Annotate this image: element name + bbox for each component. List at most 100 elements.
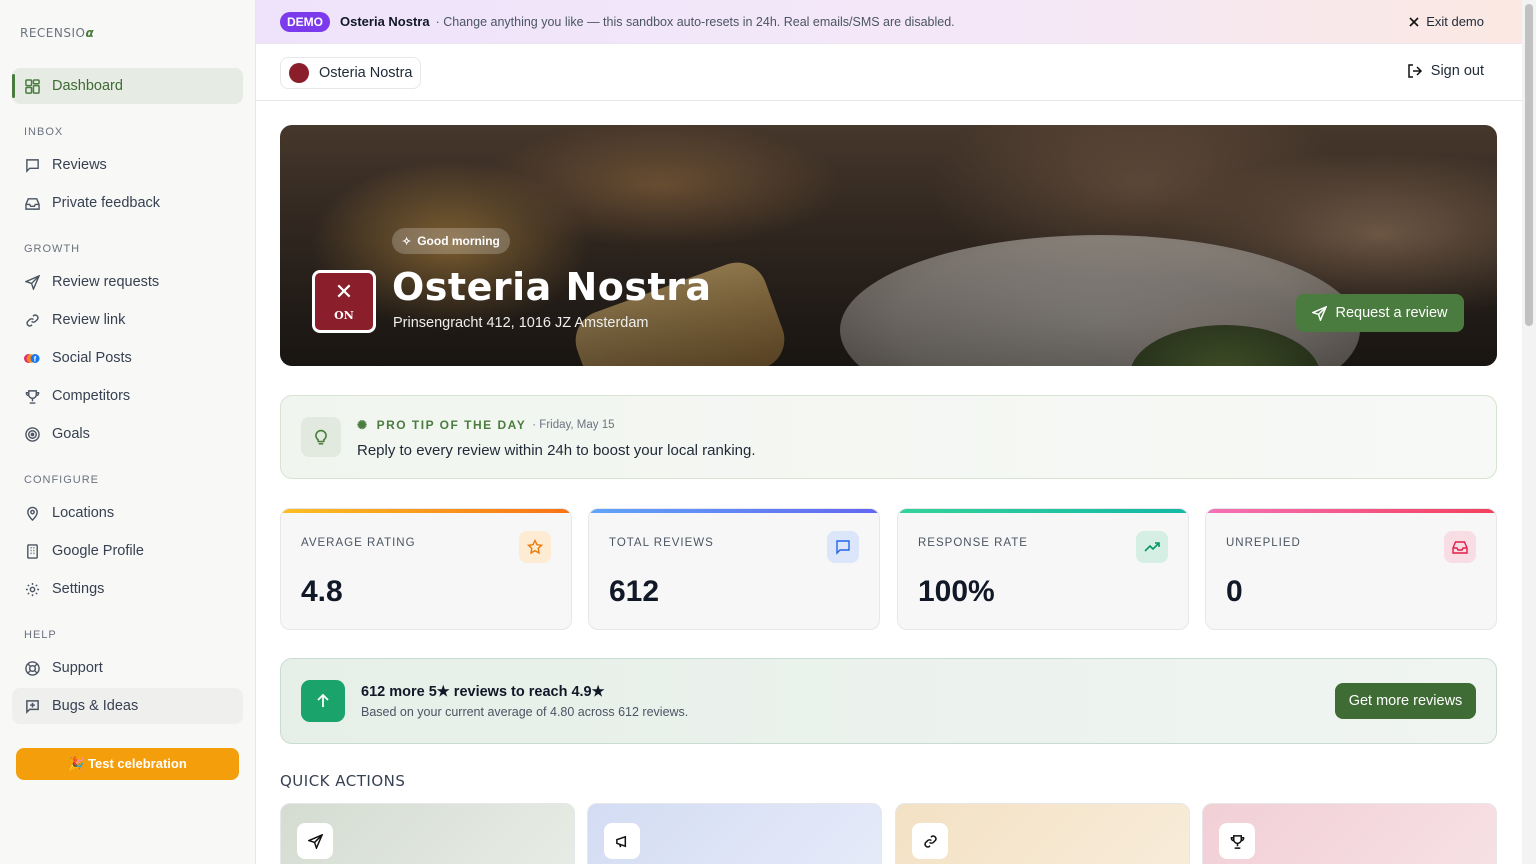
- sign-out-button[interactable]: Sign out: [1407, 63, 1484, 79]
- stat-label: TOTAL REVIEWS: [609, 537, 714, 549]
- trophy-icon: [1219, 823, 1255, 859]
- sidebar-item-label: Dashboard: [52, 78, 123, 94]
- send-icon: [1312, 305, 1328, 321]
- stat-accent-bar: [589, 509, 879, 513]
- fork-knife-icon: ✕: [334, 279, 354, 304]
- sidebar-item-label: Social Posts: [52, 350, 132, 366]
- sparkle-icon: ✧: [402, 235, 412, 248]
- get-more-reviews-button[interactable]: Get more reviews: [1335, 683, 1476, 719]
- sign-out-label: Sign out: [1430, 63, 1484, 79]
- inbox-icon: [1444, 531, 1476, 563]
- greeting-text: Good morning: [417, 234, 500, 248]
- banner-message: · Change anything you like — this sandbo…: [435, 14, 955, 29]
- tip-heading: ✺ PRO TIP OF THE DAY · Friday, May 15: [357, 418, 615, 432]
- inbox-icon: [24, 195, 40, 211]
- exit-demo-label: Exit demo: [1426, 14, 1484, 29]
- sidebar-item-label: Google Profile: [52, 543, 144, 559]
- sidebar-item-label: Bugs & Ideas: [52, 698, 139, 714]
- stat-card-unreplied[interactable]: UNREPLIED 0: [1205, 508, 1497, 630]
- tip-title: PRO TIP OF THE DAY: [376, 418, 527, 432]
- stat-card-average-rating[interactable]: AVERAGE RATING 4.8: [280, 508, 572, 630]
- location-selector[interactable]: Osteria Nostra: [280, 57, 422, 89]
- sidebar-item-google-profile[interactable]: Google Profile: [12, 534, 243, 568]
- gear-icon: [24, 581, 40, 597]
- stat-label: RESPONSE RATE: [918, 537, 1028, 549]
- business-name: Osteria Nostra: [392, 265, 712, 309]
- log-out-icon: [1408, 64, 1422, 78]
- topbar: Osteria Nostra Sign out: [256, 45, 1522, 101]
- sidebar-section-inbox: INBOX: [24, 126, 64, 138]
- page-scrollbar[interactable]: [1522, 0, 1536, 864]
- stat-label: UNREPLIED: [1226, 537, 1301, 549]
- brand-logo[interactable]: RECENSIOα: [20, 26, 94, 40]
- sidebar-item-label: Goals: [52, 426, 90, 442]
- sidebar-item-settings[interactable]: Settings: [12, 572, 243, 606]
- sidebar: RECENSIOα Dashboard INBOX Reviews Privat…: [0, 0, 256, 864]
- sidebar-item-dashboard[interactable]: Dashboard: [12, 68, 243, 104]
- sidebar-item-label: Support: [52, 660, 103, 676]
- sidebar-item-competitors[interactable]: Competitors: [12, 379, 243, 413]
- scrollbar-thumb[interactable]: [1525, 4, 1533, 326]
- stat-accent-bar: [281, 509, 571, 513]
- greeting-badge: ✧ Good morning: [392, 228, 510, 254]
- tip-date: · Friday, May 15: [532, 419, 615, 431]
- send-icon: [297, 823, 333, 859]
- close-icon: [1409, 16, 1419, 27]
- star-icon: [519, 531, 551, 563]
- sidebar-item-support[interactable]: Support: [12, 651, 243, 685]
- sidebar-item-review-requests[interactable]: Review requests: [12, 265, 243, 299]
- demo-badge: DEMO: [280, 11, 330, 32]
- stat-value: 100%: [918, 575, 995, 608]
- sidebar-item-label: Settings: [52, 581, 105, 597]
- quick-action-review-link[interactable]: [895, 803, 1190, 864]
- goal-progress-card: 612 more 5★ reviews to reach 4.9★ Based …: [280, 658, 1497, 744]
- sidebar-item-locations[interactable]: Locations: [12, 496, 243, 530]
- link-icon: [912, 823, 948, 859]
- stat-label: AVERAGE RATING: [301, 537, 416, 549]
- send-icon: [24, 274, 40, 290]
- sparkles-icon: ✺: [357, 418, 369, 432]
- sidebar-item-bugs-ideas[interactable]: Bugs & Ideas: [12, 688, 243, 724]
- business-logo: ✕ ON: [312, 270, 376, 333]
- dashboard-icon: [24, 78, 40, 94]
- quick-action-social-post[interactable]: [587, 803, 882, 864]
- test-celebration-button[interactable]: 🎉 Test celebration: [16, 748, 239, 780]
- quick-action-request-review[interactable]: [280, 803, 575, 864]
- quick-action-competitors[interactable]: [1202, 803, 1497, 864]
- sidebar-section-growth: GROWTH: [24, 243, 81, 255]
- demo-banner: DEMO Osteria Nostra · Change anything yo…: [256, 0, 1522, 44]
- stat-accent-bar: [1206, 509, 1496, 513]
- sidebar-item-label: Review requests: [52, 274, 160, 290]
- sidebar-section-help: HELP: [24, 629, 57, 641]
- building-icon: [24, 543, 40, 559]
- location-avatar: [289, 63, 309, 83]
- sidebar-item-label: Competitors: [52, 388, 131, 404]
- stat-card-response-rate[interactable]: RESPONSE RATE 100%: [897, 508, 1189, 630]
- quick-actions-heading: QUICK ACTIONS: [280, 772, 406, 790]
- link-icon: [24, 312, 40, 328]
- sidebar-item-goals[interactable]: Goals: [12, 417, 243, 451]
- message-plus-icon: [24, 698, 40, 714]
- goal-title: 612 more 5★ reviews to reach 4.9★: [361, 684, 605, 700]
- sidebar-item-private-feedback[interactable]: Private feedback: [12, 186, 243, 220]
- message-square-icon: [24, 157, 40, 173]
- sidebar-item-reviews[interactable]: Reviews: [12, 148, 243, 182]
- sidebar-item-social-posts[interactable]: f Social Posts: [12, 341, 243, 375]
- request-review-button[interactable]: Request a review: [1296, 294, 1464, 332]
- tip-text: Reply to every review within 24h to boos…: [357, 442, 756, 459]
- stat-accent-bar: [898, 509, 1188, 513]
- lightbulb-icon: [301, 417, 341, 457]
- hero-banner: ✧ Good morning ✕ ON Osteria Nostra Prinse…: [280, 125, 1497, 366]
- life-buoy-icon: [24, 660, 40, 676]
- location-name: Osteria Nostra: [319, 65, 413, 81]
- business-address: Prinsengracht 412, 1016 JZ Amsterdam: [393, 315, 649, 331]
- social-networks-icon: f: [24, 350, 40, 366]
- stat-card-total-reviews[interactable]: TOTAL REVIEWS 612: [588, 508, 880, 630]
- sidebar-item-review-link[interactable]: Review link: [12, 303, 243, 337]
- business-initials: ON: [334, 309, 354, 322]
- exit-demo-button[interactable]: Exit demo: [1408, 14, 1484, 29]
- app-root: RECENSIOα Dashboard INBOX Reviews Privat…: [0, 0, 1536, 864]
- stat-value: 612: [609, 575, 660, 608]
- request-review-label: Request a review: [1335, 305, 1448, 321]
- stat-value: 4.8: [301, 575, 343, 608]
